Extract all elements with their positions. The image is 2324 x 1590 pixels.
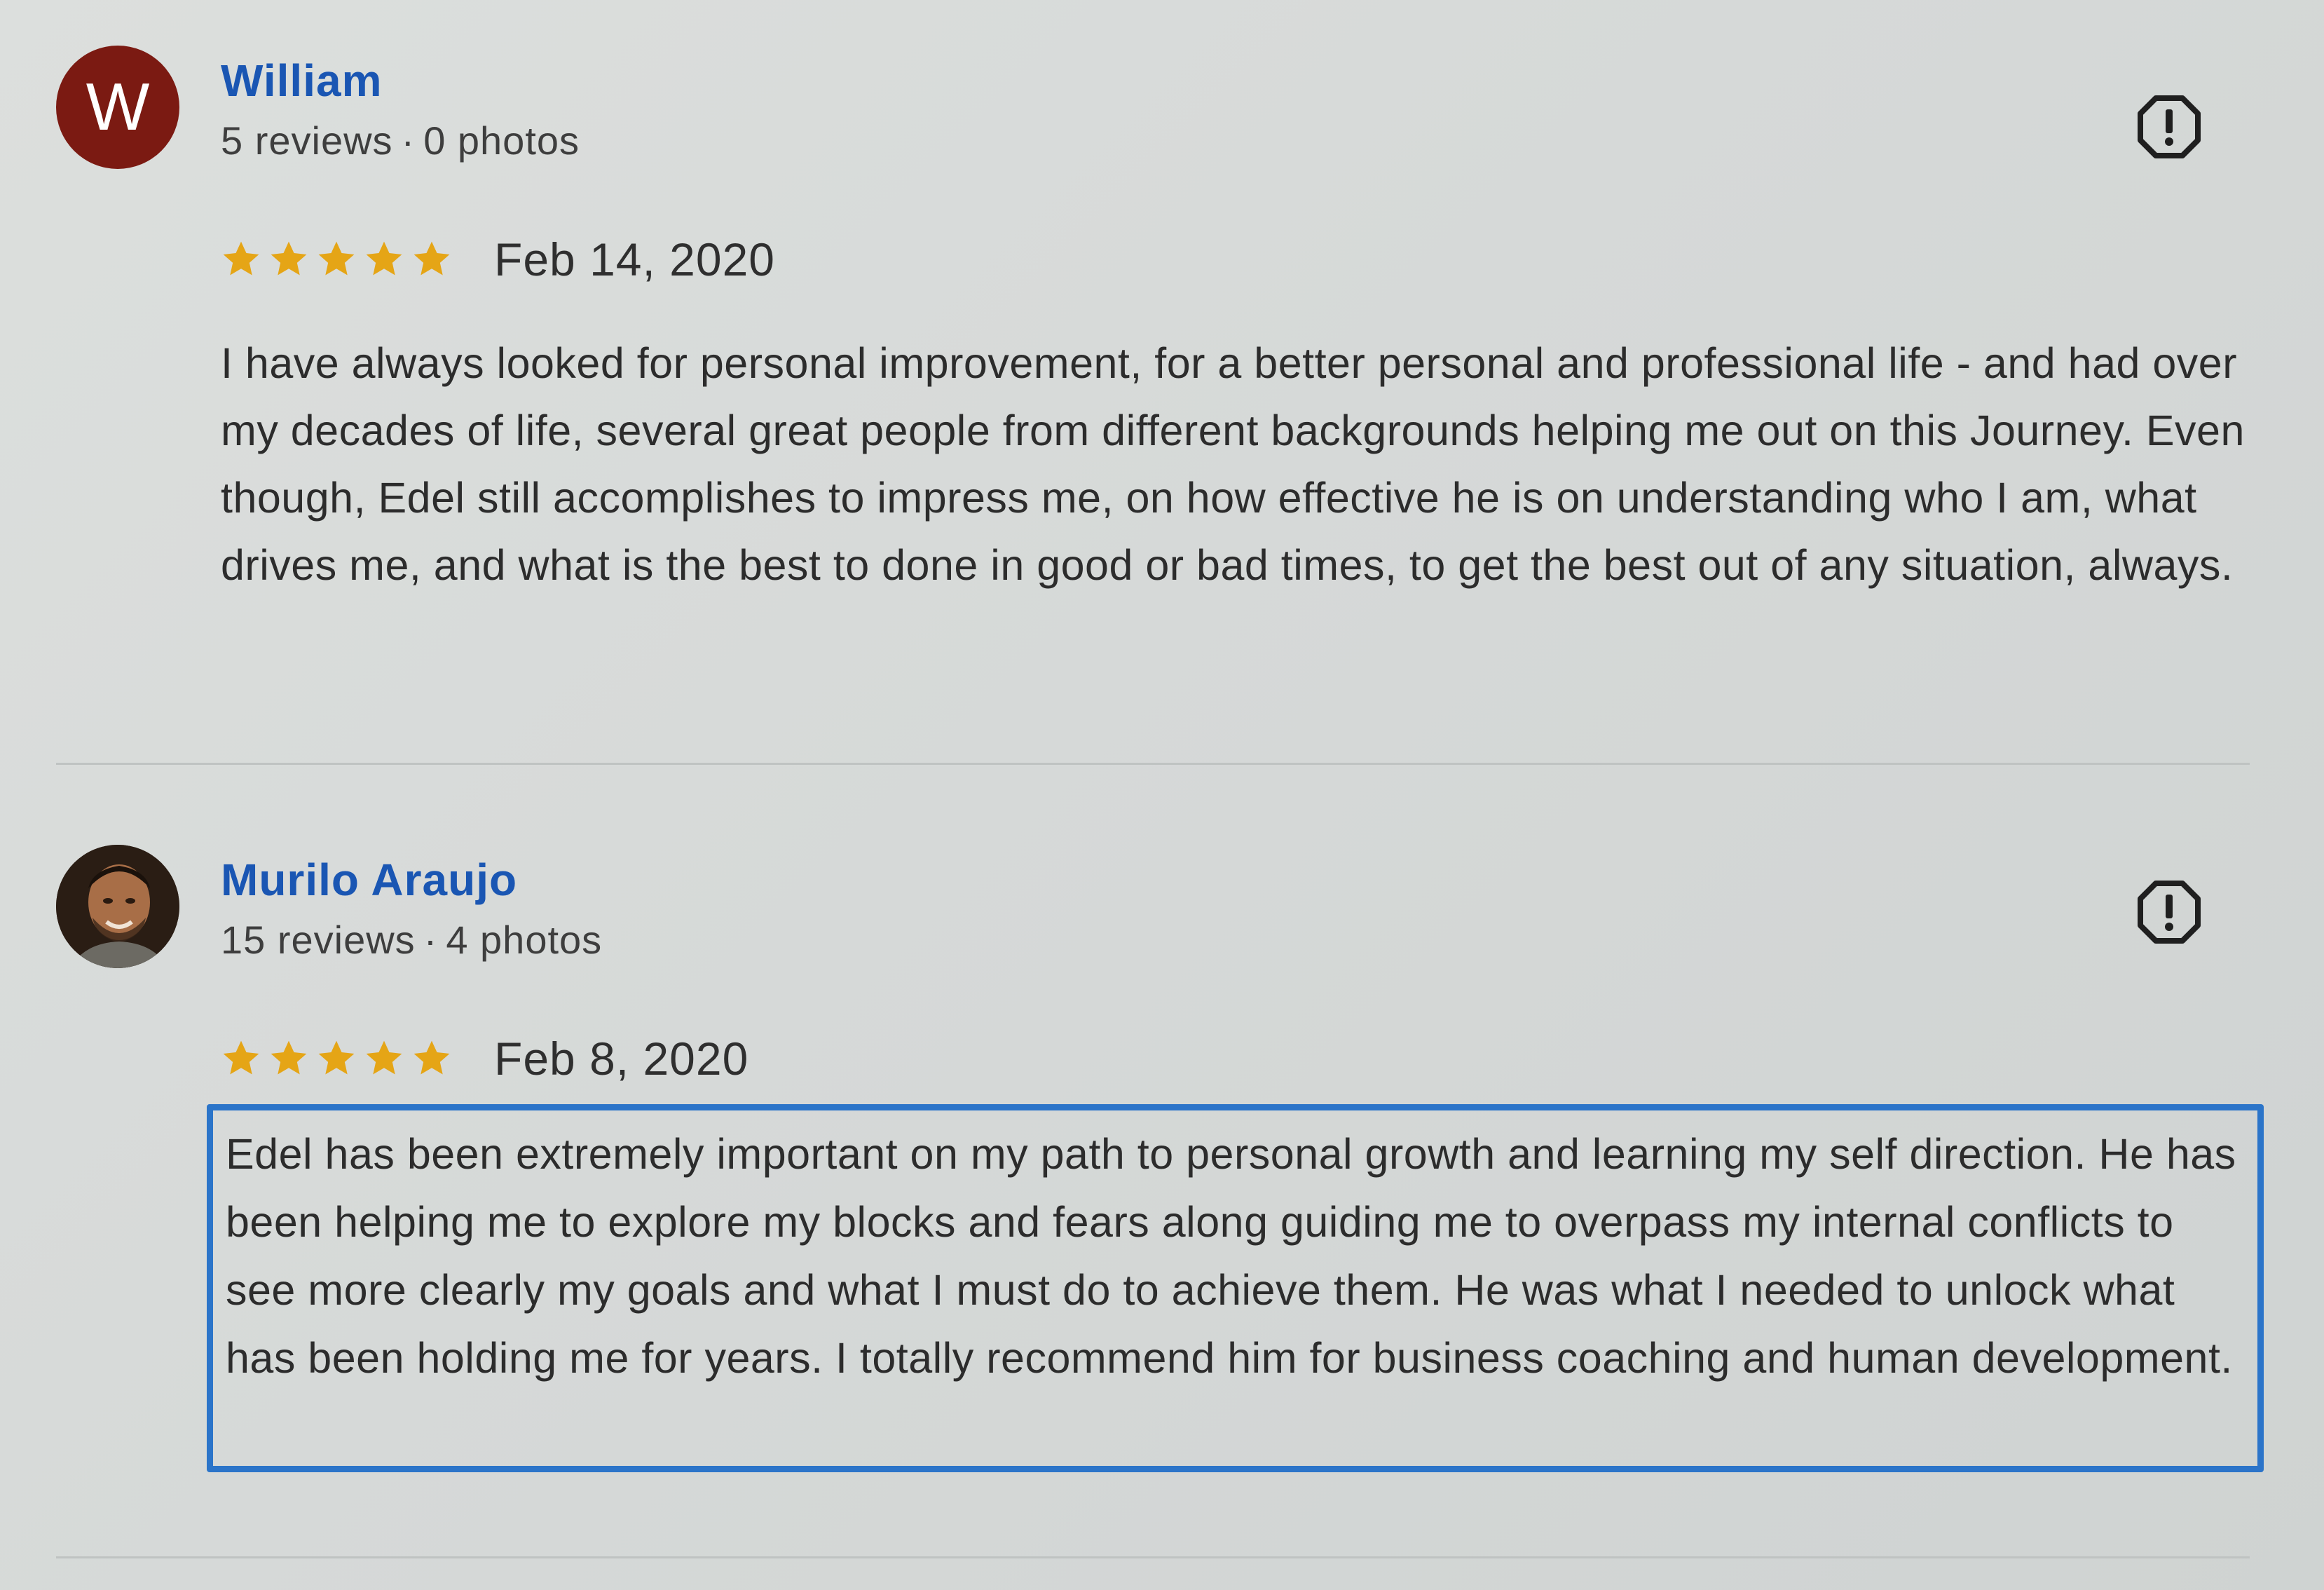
avatar-photo-icon [56,845,179,968]
avatar-initial: W [86,69,150,144]
star-icon [318,241,355,276]
rating-row: Feb 14, 2020 [221,231,775,287]
photos-count: 0 photos [423,118,580,163]
review-card: Murilo Araujo 15 reviews · 4 photos Feb 8,… [0,799,2324,1570]
review-date: Feb 14, 2020 [494,233,775,285]
report-flag-icon[interactable] [2138,881,2201,944]
star-icon [366,1040,402,1075]
report-flag-icon[interactable] [2138,95,2201,158]
review-text[interactable]: Edel has been extremely important on my … [226,1120,2245,1392]
star-icon [223,241,259,276]
star-icon [318,1040,355,1075]
star-icon [223,1040,259,1075]
review-text: I have always looked for personal improv… [221,339,2245,589]
reviewer-stats: 5 reviews · 0 photos [221,118,580,163]
reviewer-name-link[interactable]: William [221,55,382,107]
divider [56,1556,2250,1558]
star-icon [413,1040,450,1075]
reviewer-name-link[interactable]: Murilo Araujo [221,854,517,906]
meta-separator: · [401,118,416,163]
selected-text-highlight: Edel has been extremely important on my … [207,1104,2264,1472]
reviewer-stats: 15 reviews · 4 photos [221,917,602,963]
reviews-count: 5 reviews [221,118,393,163]
review-date: Feb 8, 2020 [494,1033,749,1085]
photos-count: 4 photos [446,918,603,962]
avatar[interactable] [56,845,179,968]
review-card: W William 5 reviews · 0 photos Feb 14, 202… [0,0,2324,771]
avatar[interactable]: W [56,46,179,169]
star-rating [221,1038,452,1079]
star-rating [221,239,452,280]
star-icon [366,241,402,276]
reviews-count: 15 reviews [221,918,416,962]
star-icon [271,241,307,276]
star-icon [413,241,450,276]
star-icon [271,1040,307,1075]
meta-separator: · [423,918,438,962]
divider [56,763,2250,765]
rating-row: Feb 8, 2020 [221,1031,749,1087]
